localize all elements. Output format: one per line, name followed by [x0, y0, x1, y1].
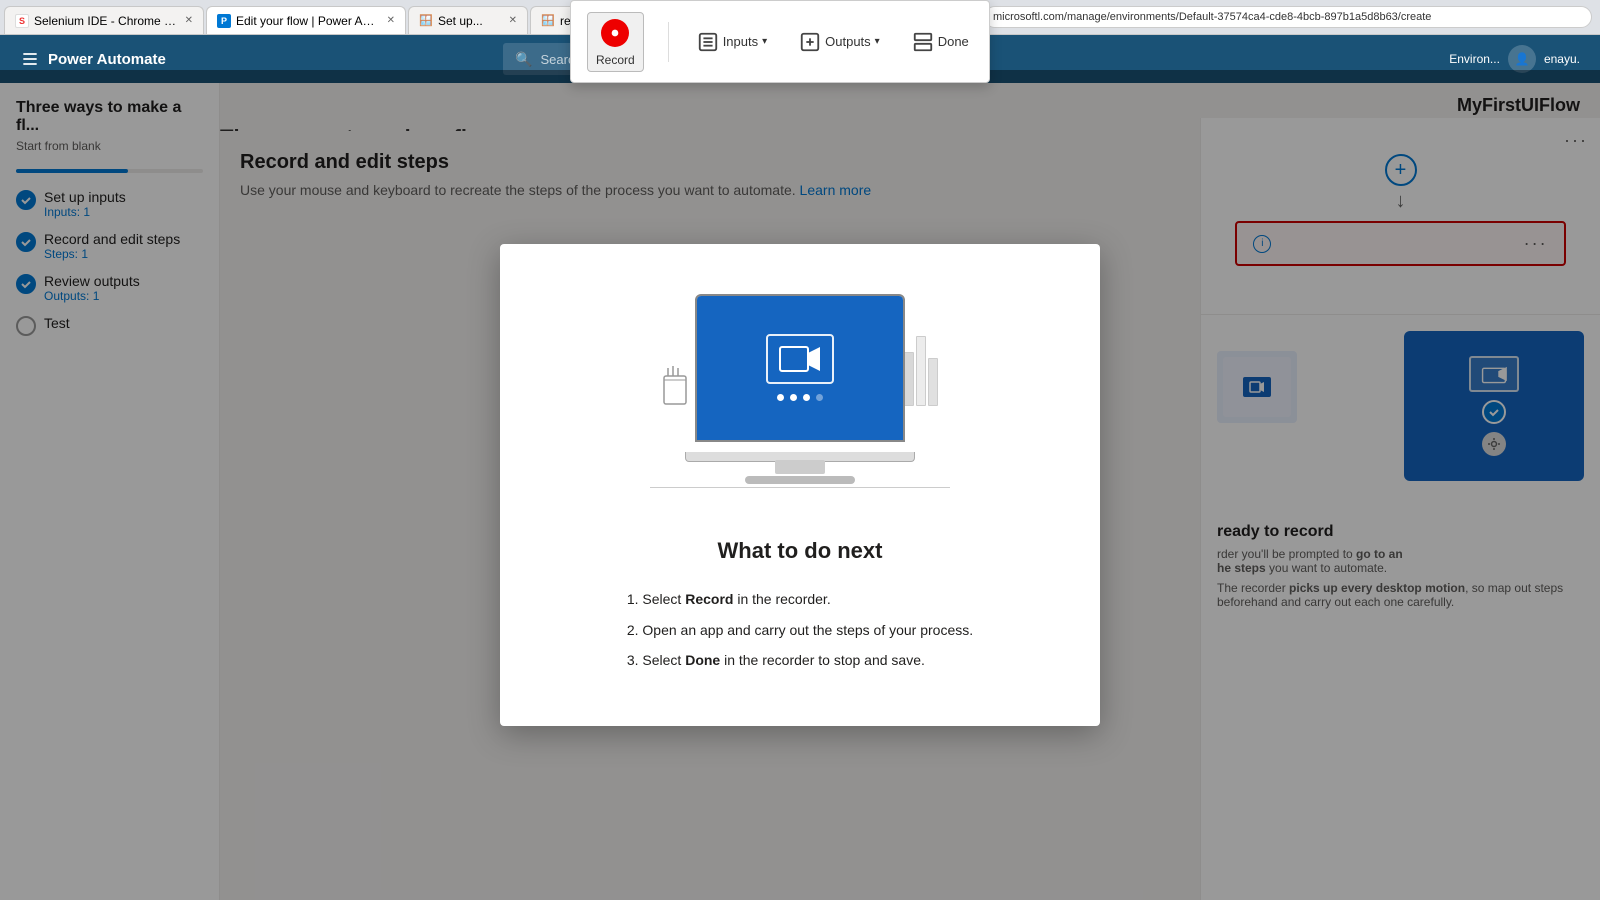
modal-step-1: 1. Select Record in the recorder.	[627, 584, 973, 615]
dot-3	[803, 394, 810, 401]
book-2	[904, 352, 914, 406]
tab-selenium[interactable]: S Selenium IDE - Chrome Web Sto... ✕	[4, 6, 204, 34]
outputs-button[interactable]: Outputs ▾	[795, 27, 884, 57]
desk-line	[650, 487, 950, 488]
tab-setup-close[interactable]: ✕	[509, 15, 517, 26]
modal-step-3: 3. Select Done in the recorder to stop a…	[627, 645, 973, 676]
laptop-illustration: ↗ ↗	[630, 284, 970, 514]
coffee-cup	[660, 364, 692, 415]
record-label: Record	[596, 53, 635, 67]
toolbar-divider-1	[668, 22, 669, 62]
address-bar[interactable]: microsoftl.com/manage/environments/Defau…	[984, 6, 1592, 28]
laptop-foot	[745, 476, 855, 484]
modal-overlay: ↗ ↗	[0, 70, 1600, 900]
modal-title: What to do next	[718, 538, 883, 564]
tab-setup[interactable]: 🪟 Set up... ✕	[408, 6, 528, 34]
modal-dialog: ↗ ↗	[500, 244, 1100, 726]
book-3	[916, 336, 926, 406]
laptop-dots	[777, 394, 823, 401]
app-container: Power Automate 🔍 Environ... 👤 enayu. Thr…	[0, 35, 1600, 900]
recorder-toolbar: Record Inputs ▾ Outputs ▾ Done	[570, 0, 990, 83]
user-avatar: 👤	[1508, 45, 1536, 73]
top-right-area: Environ... 👤 enayu.	[1449, 45, 1580, 73]
tab-power-close[interactable]: ✕	[387, 15, 395, 26]
laptop-screen-inner	[697, 296, 903, 440]
record-circle	[601, 19, 629, 47]
done-label: Done	[938, 34, 969, 49]
book-4	[928, 358, 938, 406]
outputs-chevron: ▾	[875, 36, 880, 47]
user-name: enayu.	[1544, 52, 1580, 66]
done-button[interactable]: Done	[908, 27, 973, 57]
laptop-camera-icon-box	[766, 334, 834, 384]
inputs-chevron: ▾	[762, 36, 767, 47]
dot-2	[790, 394, 797, 401]
dot-1	[777, 394, 784, 401]
search-icon: 🔍	[515, 51, 532, 68]
tab-power-automate[interactable]: P Edit your flow | Power Automate ✕	[206, 6, 406, 34]
tab-selenium-label: Selenium IDE - Chrome Web Sto...	[34, 14, 179, 28]
modal-steps: 1. Select Record in the recorder. 2. Ope…	[627, 584, 973, 676]
env-label: Environ...	[1449, 52, 1500, 66]
laptop-screen	[695, 294, 905, 442]
dot-4	[816, 394, 823, 401]
laptop-stand	[775, 460, 825, 474]
inputs-label: Inputs	[723, 34, 758, 49]
record-button[interactable]: Record	[587, 12, 644, 72]
inputs-button[interactable]: Inputs ▾	[693, 27, 771, 57]
record-icon	[599, 17, 631, 49]
modal-step-2: 2. Open an app and carry out the steps o…	[627, 615, 973, 646]
outputs-label: Outputs	[825, 34, 871, 49]
app-logo-text: Power Automate	[48, 51, 166, 68]
tab-power-label: Edit your flow | Power Automate	[236, 14, 381, 28]
tab-selenium-close[interactable]: ✕	[185, 15, 193, 26]
tab-setup-label: Set up...	[438, 14, 503, 28]
